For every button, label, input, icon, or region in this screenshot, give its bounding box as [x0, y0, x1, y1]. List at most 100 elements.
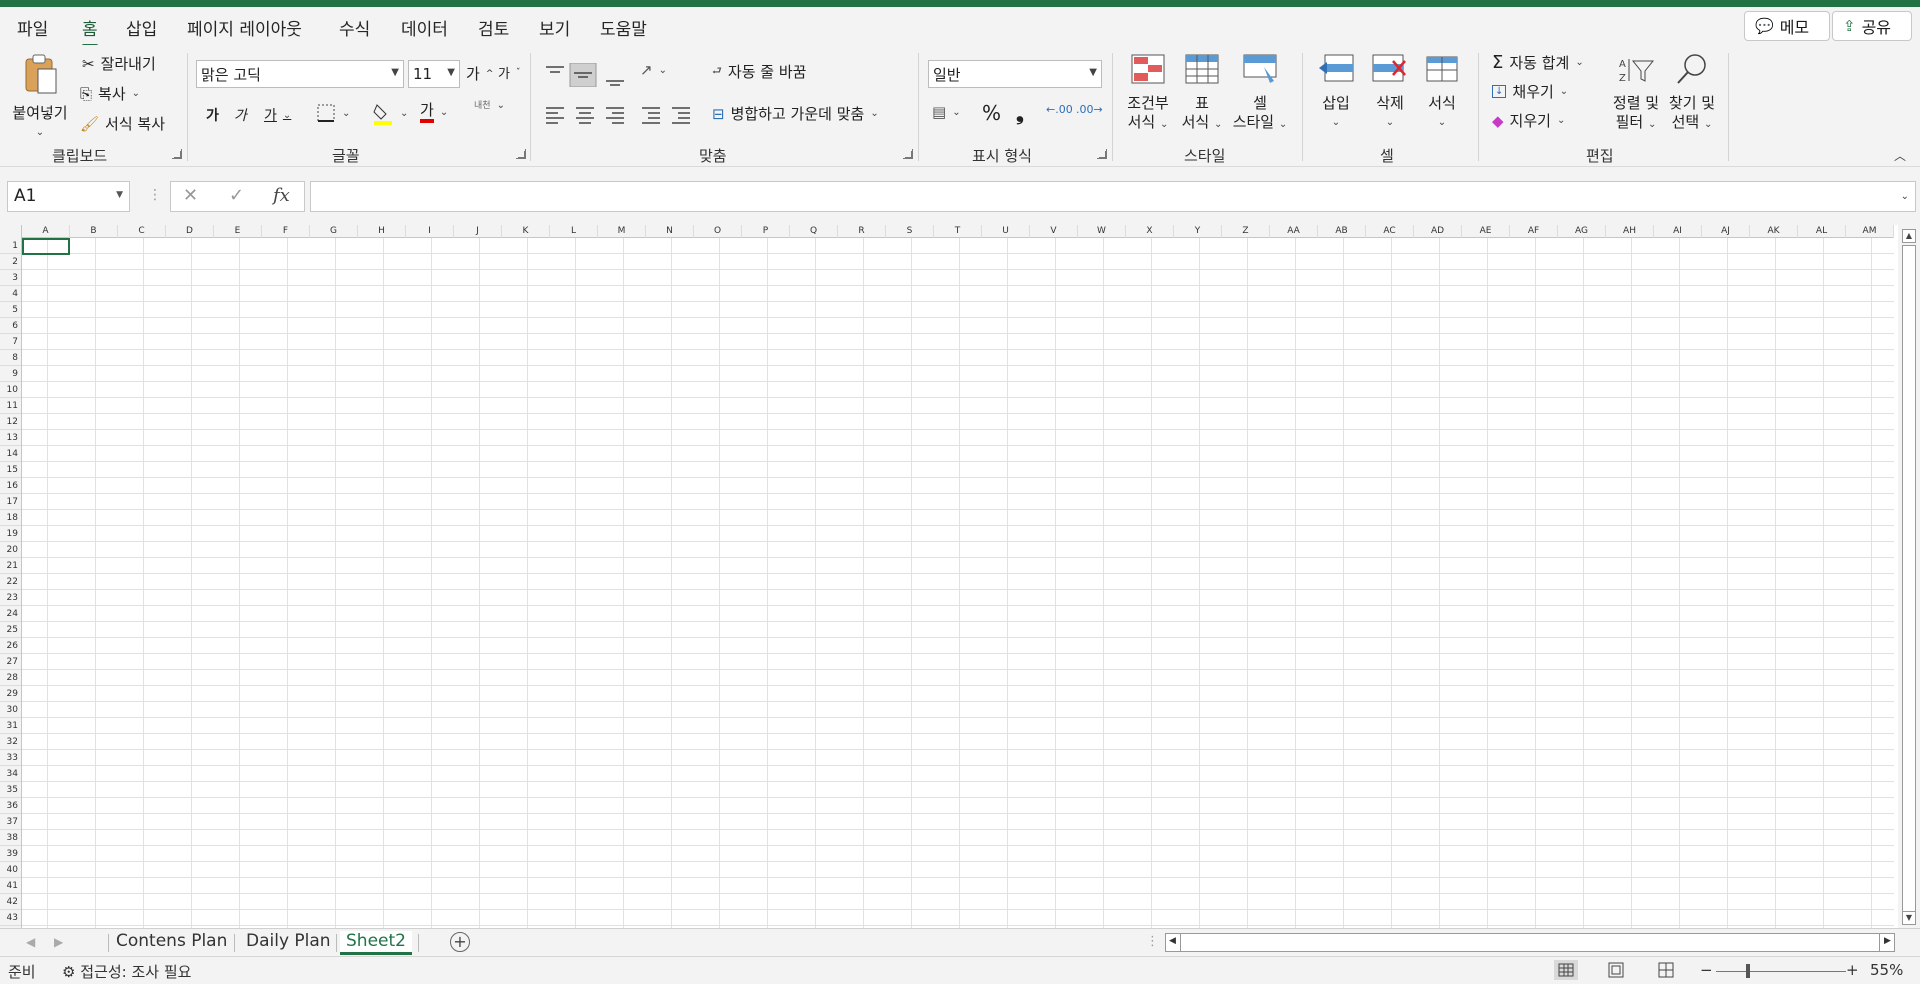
zoom-in-button[interactable]: +: [1846, 961, 1859, 979]
column-header[interactable]: K: [502, 225, 550, 238]
row-header[interactable]: 2: [0, 254, 21, 270]
column-header[interactable]: AK: [1750, 225, 1798, 238]
borders-button[interactable]: ⌄: [316, 103, 350, 123]
bold-button[interactable]: 가: [206, 105, 219, 125]
name-box[interactable]: A1 ▼: [7, 181, 130, 212]
row-header[interactable]: 21: [0, 558, 21, 574]
font-color-button[interactable]: 가 ⌄: [420, 101, 448, 123]
vertical-scrollbar[interactable]: ▲ ▼: [1898, 225, 1920, 928]
format-cells-button[interactable]: 서식 ⌄: [1418, 53, 1466, 132]
scroll-right-icon[interactable]: ▶: [1879, 933, 1895, 952]
column-header[interactable]: B: [70, 225, 118, 238]
underline-button[interactable]: 가 ⌄: [264, 105, 291, 125]
column-header[interactable]: F: [262, 225, 310, 238]
row-header[interactable]: 14: [0, 446, 21, 462]
column-header[interactable]: W: [1078, 225, 1126, 238]
add-sheet-button[interactable]: +: [450, 932, 470, 952]
active-cell-a1[interactable]: [22, 238, 70, 255]
column-header[interactable]: H: [358, 225, 406, 238]
column-header[interactable]: S: [886, 225, 934, 238]
row-header[interactable]: 13: [0, 430, 21, 446]
row-header[interactable]: 27: [0, 654, 21, 670]
row-header[interactable]: 25: [0, 622, 21, 638]
column-header[interactable]: AB: [1318, 225, 1366, 238]
column-header[interactable]: U: [982, 225, 1030, 238]
conditional-formatting-button[interactable]: 조건부 서식 ⌄: [1120, 53, 1176, 134]
cell-styles-button[interactable]: 셀 스타일 ⌄: [1228, 53, 1292, 134]
insert-cells-button[interactable]: 삽입 ⌄: [1312, 53, 1360, 132]
row-header[interactable]: 4: [0, 286, 21, 302]
tab-formulas[interactable]: 수식: [339, 15, 370, 40]
column-header[interactable]: L: [550, 225, 598, 238]
column-header[interactable]: AG: [1558, 225, 1606, 238]
row-header[interactable]: 1: [0, 238, 21, 254]
clipboard-launcher-icon[interactable]: [172, 149, 182, 159]
zoom-level[interactable]: 55%: [1870, 961, 1903, 979]
column-header[interactable]: AI: [1654, 225, 1702, 238]
column-header[interactable]: P: [742, 225, 790, 238]
column-header[interactable]: AC: [1366, 225, 1414, 238]
row-header[interactable]: 5: [0, 302, 21, 318]
row-header[interactable]: 35: [0, 782, 21, 798]
collapse-ribbon-icon[interactable]: ︿: [1894, 147, 1906, 164]
shrink-font-button[interactable]: 가ˇ: [498, 63, 520, 82]
formula-input[interactable]: ⌄: [310, 181, 1916, 212]
row-header[interactable]: 9: [0, 366, 21, 382]
paste-dropdown-icon[interactable]: ⌄: [8, 123, 72, 142]
row-header[interactable]: 15: [0, 462, 21, 478]
row-header[interactable]: 29: [0, 686, 21, 702]
row-header[interactable]: 20: [0, 542, 21, 558]
row-header[interactable]: 3: [0, 270, 21, 286]
clear-button[interactable]: ◆ 지우기 ⌄: [1492, 110, 1565, 131]
paste-button[interactable]: 붙여넣기 ⌄: [8, 53, 72, 142]
sheet-tab-daily-plan[interactable]: Daily Plan: [240, 931, 337, 955]
row-header[interactable]: 36: [0, 798, 21, 814]
row-header[interactable]: 31: [0, 718, 21, 734]
row-header[interactable]: 37: [0, 814, 21, 830]
row-header[interactable]: 16: [0, 478, 21, 494]
column-header[interactable]: M: [598, 225, 646, 238]
increase-decimal-button[interactable]: ←.00: [1046, 103, 1073, 116]
column-header[interactable]: Q: [790, 225, 838, 238]
column-header[interactable]: AF: [1510, 225, 1558, 238]
fill-button[interactable]: ↓ 채우기 ⌄: [1492, 81, 1568, 102]
cut-button[interactable]: ✂ 잘라내기: [82, 53, 156, 74]
format-painter-button[interactable]: 🖌 서식 복사: [80, 113, 165, 134]
accounting-format-button[interactable]: ▤ ⌄: [932, 103, 961, 121]
scroll-up-icon[interactable]: ▲: [1902, 229, 1916, 243]
memo-button[interactable]: 💬 메모: [1744, 11, 1830, 41]
column-header[interactable]: V: [1030, 225, 1078, 238]
format-as-table-button[interactable]: 표 서식 ⌄: [1174, 53, 1230, 134]
expand-formula-bar-icon[interactable]: ⌄: [1901, 191, 1909, 202]
cancel-entry-button[interactable]: ✕: [183, 185, 198, 206]
column-header[interactable]: G: [310, 225, 358, 238]
autosum-button[interactable]: Σ 자동 합계 ⌄: [1492, 52, 1584, 73]
horizontal-scrollbar[interactable]: ◀ ▶: [1165, 933, 1895, 952]
column-header[interactable]: AE: [1462, 225, 1510, 238]
vertical-scroll-thumb[interactable]: [1902, 245, 1916, 913]
row-header[interactable]: 28: [0, 670, 21, 686]
accessibility-status[interactable]: ⚙ 접근성: 조사 필요: [62, 961, 191, 982]
page-layout-view-button[interactable]: [1604, 960, 1628, 980]
fill-color-button[interactable]: ⌄: [372, 101, 408, 125]
row-header[interactable]: 30: [0, 702, 21, 718]
column-header[interactable]: AJ: [1702, 225, 1750, 238]
row-header[interactable]: 43: [0, 910, 21, 926]
grow-font-button[interactable]: 가 ^: [466, 63, 493, 84]
tab-file[interactable]: 파일: [17, 15, 48, 40]
column-header[interactable]: J: [454, 225, 502, 238]
column-header[interactable]: D: [166, 225, 214, 238]
row-header[interactable]: 26: [0, 638, 21, 654]
tab-help[interactable]: 도움말: [600, 15, 647, 40]
italic-button[interactable]: 가: [234, 105, 247, 125]
column-header[interactable]: N: [646, 225, 694, 238]
number-launcher-icon[interactable]: [1097, 149, 1107, 159]
prev-sheet-icon[interactable]: ◀: [26, 935, 35, 949]
column-header[interactable]: X: [1126, 225, 1174, 238]
tab-review[interactable]: 검토: [478, 15, 509, 40]
row-header[interactable]: 40: [0, 862, 21, 878]
wrap-text-button[interactable]: ⮐ 자동 줄 바꿈: [712, 61, 806, 82]
row-header[interactable]: 38: [0, 830, 21, 846]
delete-cells-button[interactable]: 삭제 ⌄: [1366, 53, 1414, 132]
column-header[interactable]: Y: [1174, 225, 1222, 238]
